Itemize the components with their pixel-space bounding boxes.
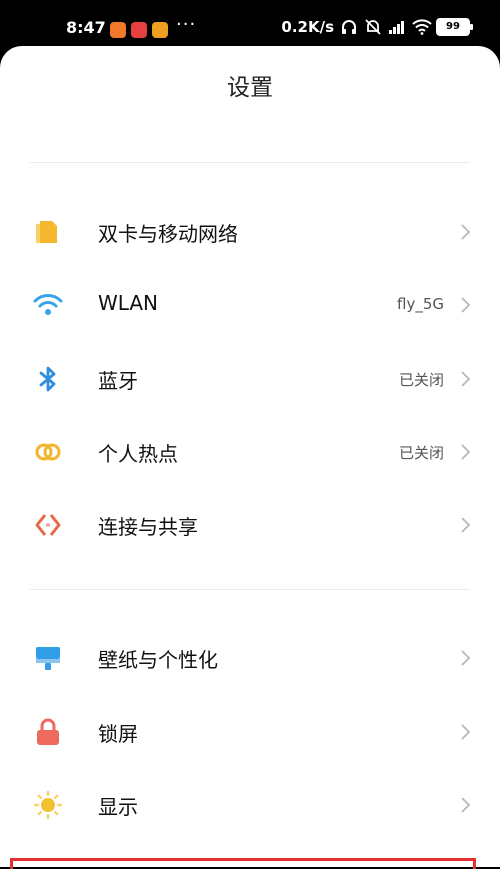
settings-item-label: 连接与共享 [98,515,198,539]
settings-item-display[interactable]: 显示 [0,774,500,834]
settings-item-hotspot[interactable]: 个人热点 已关闭 [0,421,500,481]
settings-item-connection-share[interactable]: 连接与共享 [0,494,500,554]
lock-icon [33,717,63,747]
settings-item-value: fly_5G [397,295,444,313]
battery-icon: 99 [436,18,473,36]
more-notifications-icon: ··· [176,14,197,35]
wifi-icon [33,290,63,320]
signal-icon [388,19,406,35]
weibo-app-icon [152,22,168,38]
highlight-box [10,858,476,869]
bluetooth-icon [33,364,63,394]
divider [30,162,470,163]
chevron-right-icon [454,514,476,536]
settings-item-label: 个人热点 [98,442,178,466]
map-pin-app-icon [131,22,147,38]
status-time: 8:47 [66,18,106,37]
settings-item-label: 蓝牙 [98,369,138,393]
divider [30,589,470,590]
settings-item-lockscreen[interactable]: 锁屏 [0,701,500,761]
settings-item-wallpaper[interactable]: 壁纸与个性化 [0,627,500,687]
settings-item-label: 显示 [98,795,138,819]
connection-share-icon [33,510,63,540]
page-title: 设置 [227,75,273,101]
chevron-right-icon [454,441,476,463]
settings-item-label: 双卡与移动网络 [98,222,238,246]
chevron-right-icon [454,294,476,316]
network-speed: 0.2K/s [281,18,334,36]
settings-item-label: 壁纸与个性化 [98,648,218,672]
chevron-right-icon [454,221,476,243]
headphone-icon [340,19,358,35]
display-brightness-icon [33,790,63,820]
sim-card-icon [33,217,63,247]
status-bar: 8:47 ··· 0.2K/s 99 [0,0,500,48]
chevron-right-icon [454,794,476,816]
settings-sheet: 设置 双卡与移动网络 WLAN fly_5G 蓝牙 已关闭 个人热点 已关闭 连… [0,46,500,867]
settings-item-bluetooth[interactable]: 蓝牙 已关闭 [0,348,500,408]
settings-item-value: 已关闭 [398,371,444,389]
settings-item-wlan[interactable]: WLAN fly_5G [0,274,500,334]
wallpaper-icon [33,643,63,673]
chevron-right-icon [454,721,476,743]
wifi-status-icon [412,19,432,35]
chevron-right-icon [454,368,476,390]
mute-bell-icon [364,19,382,35]
mi-app-icon [110,22,126,38]
hotspot-icon [33,437,63,467]
settings-item-value: 已关闭 [398,444,444,462]
chevron-right-icon [454,647,476,669]
settings-item-label: WLAN [98,291,159,315]
settings-item-sim-network[interactable]: 双卡与移动网络 [0,201,500,261]
settings-item-label: 锁屏 [98,722,138,746]
